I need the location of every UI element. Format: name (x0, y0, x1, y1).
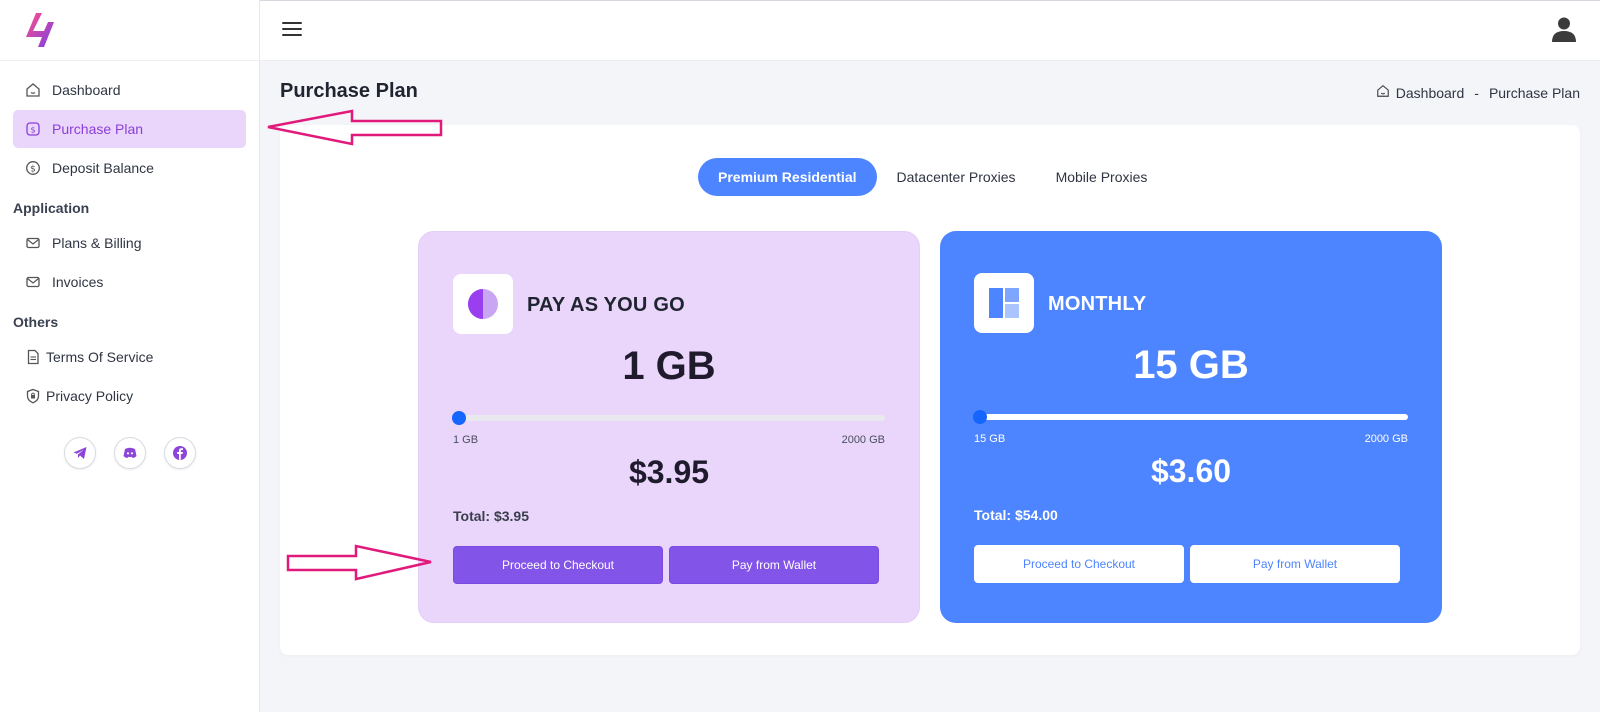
home-icon (1376, 84, 1390, 101)
sidebar-item-dashboard[interactable]: Dashboard (13, 71, 246, 109)
breadcrumb-home-link[interactable]: Dashboard (1396, 85, 1465, 101)
plan-total: Total: $54.00 (974, 507, 1058, 523)
discord-link[interactable] (113, 437, 146, 469)
mail-icon (24, 273, 42, 291)
mail-icon (24, 234, 42, 252)
user-avatar-icon[interactable] (1550, 15, 1578, 48)
plan-card-pay-as-you-go: PAY AS YOU GO 1 GB 1 GB 2000 GB $3.95 To… (418, 231, 920, 623)
slider-track (453, 415, 885, 421)
plan-name: MONTHLY (1048, 293, 1147, 315)
top-bar (260, 0, 1600, 61)
plan-name: PAY AS YOU GO (527, 294, 685, 316)
proceed-to-checkout-button[interactable]: Proceed to Checkout (974, 545, 1184, 583)
logo-bar (0, 0, 259, 61)
sidebar-item-label: Invoices (52, 274, 104, 290)
data-amount-slider[interactable] (973, 407, 1408, 427)
plan-card-monthly: MONTHLY 15 GB 15 GB 2000 GB $3.60 Total:… (940, 231, 1442, 623)
menu-toggle-icon[interactable] (282, 22, 302, 38)
pay-from-wallet-button[interactable]: Pay from Wallet (669, 546, 879, 584)
slider-thumb[interactable] (973, 410, 987, 424)
sidebar-item-terms-of-service[interactable]: Terms Of Service (13, 338, 246, 376)
plan-total: Total: $3.95 (453, 508, 529, 524)
proceed-to-checkout-button[interactable]: Proceed to Checkout (453, 546, 663, 584)
sidebar-item-invoices[interactable]: Invoices (13, 263, 246, 301)
sidebar: Dashboard $ Purchase Plan $ Deposit Bala… (0, 0, 260, 712)
sidebar-item-label: Terms Of Service (46, 349, 154, 365)
range-min-label: 15 GB (974, 433, 1006, 445)
slider-track (974, 414, 1408, 420)
grid-plan-icon (974, 273, 1034, 333)
half-circle-plan-icon (453, 274, 513, 334)
home-icon (24, 81, 42, 99)
sidebar-item-purchase-plan[interactable]: $ Purchase Plan (13, 110, 246, 148)
breadcrumb-current: Purchase Plan (1488, 84, 1580, 101)
svg-text:$: $ (30, 164, 36, 174)
section-application: Application (13, 200, 90, 216)
proxy-type-tabs: Premium Residential Datacenter Proxies M… (698, 158, 1167, 196)
sidebar-item-label: Privacy Policy (46, 388, 134, 404)
telegram-link[interactable] (63, 437, 96, 469)
slider-thumb[interactable] (452, 411, 466, 425)
sidebar-item-privacy-policy[interactable]: Privacy Policy (13, 377, 246, 415)
plan-price: $3.95 (628, 454, 710, 490)
sidebar-item-plans-billing[interactable]: Plans & Billing (13, 224, 246, 262)
pricing-card: Premium Residential Datacenter Proxies M… (280, 125, 1580, 655)
data-amount-slider[interactable] (452, 408, 885, 428)
social-links (13, 437, 246, 469)
dollar-circle-icon: $ (24, 159, 42, 177)
telegram-icon (73, 447, 86, 459)
svg-text:$: $ (30, 126, 35, 135)
tab-premium-residential[interactable]: Premium Residential (698, 158, 877, 196)
section-others: Others (13, 314, 59, 330)
range-max-label: 2000 GB (1364, 433, 1408, 445)
range-max-label: 2000 GB (841, 434, 885, 446)
breadcrumb: Dashboard - Purchase Plan (1376, 84, 1580, 101)
page-title: Purchase Plan (280, 80, 418, 102)
pay-from-wallet-button[interactable]: Pay from Wallet (1190, 545, 1400, 583)
sidebar-item-label: Dashboard (52, 82, 121, 98)
purchase-icon: $ (24, 120, 42, 138)
sidebar-item-label: Deposit Balance (52, 160, 154, 176)
breadcrumb-separator: - (1474, 84, 1479, 101)
tab-datacenter-proxies[interactable]: Datacenter Proxies (877, 158, 1036, 196)
brand-logo[interactable] (22, 10, 62, 50)
plan-size: 15 GB (1133, 343, 1249, 387)
range-min-label: 1 GB (453, 434, 479, 446)
tab-mobile-proxies[interactable]: Mobile Proxies (1036, 158, 1168, 196)
plan-price: $3.60 (1150, 453, 1232, 489)
sidebar-item-deposit-balance[interactable]: $ Deposit Balance (13, 149, 246, 187)
plan-size: 1 GB (622, 344, 716, 388)
shield-icon (24, 387, 42, 405)
discord-icon (123, 447, 136, 458)
facebook-link[interactable] (163, 437, 196, 469)
sidebar-item-label: Plans & Billing (52, 235, 142, 251)
sidebar-nav: Dashboard $ Purchase Plan $ Deposit Bala… (0, 61, 259, 469)
document-icon (24, 348, 42, 366)
facebook-icon (172, 446, 187, 460)
sidebar-item-label: Purchase Plan (52, 121, 144, 137)
